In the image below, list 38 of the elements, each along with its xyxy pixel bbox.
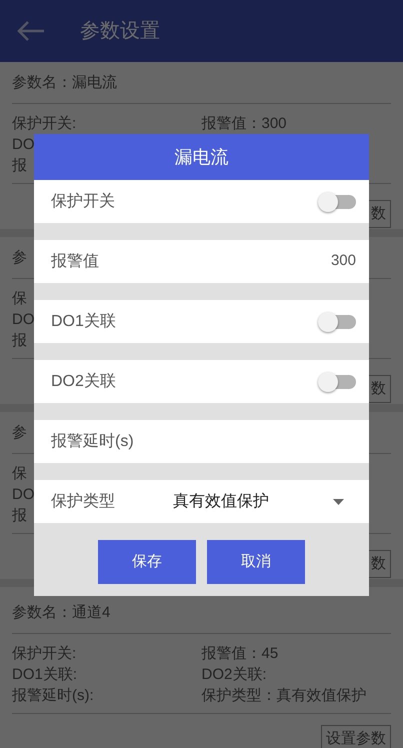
save-button[interactable]: 保存 xyxy=(98,540,196,584)
protection-type-value[interactable]: 真有效值保护 xyxy=(173,490,269,514)
alarm-value[interactable]: 300 xyxy=(330,250,356,273)
field-label: 报 xyxy=(12,507,27,524)
field-label: DO1关联: xyxy=(12,666,78,683)
parameter-name: 参 xyxy=(12,424,27,441)
dropdown-caret-icon[interactable] xyxy=(333,498,344,504)
field-label: DO xyxy=(12,136,34,153)
field-label: 报警值：45 xyxy=(202,645,278,662)
set-parameters-button[interactable]: 设置参数 xyxy=(321,725,391,748)
field-label: 报警值：300 xyxy=(202,115,287,132)
row-label: 报警值 xyxy=(51,252,99,272)
field-label: 保护开关: xyxy=(12,115,76,132)
field-label: DO xyxy=(12,486,34,503)
toggle-switch[interactable] xyxy=(318,312,356,332)
field-label: DO xyxy=(12,311,34,328)
field-label: 保 xyxy=(12,290,27,307)
cancel-button[interactable]: 取消 xyxy=(207,540,305,584)
toggle-switch[interactable] xyxy=(318,192,356,212)
field-label: 保护开关: xyxy=(12,645,76,662)
row-label: DO2关联 xyxy=(51,372,116,392)
field-label: 报 xyxy=(12,157,27,174)
field-label: 报 xyxy=(12,332,27,349)
back-arrow-icon[interactable] xyxy=(16,20,46,42)
row-label: 保护开关 xyxy=(51,192,115,212)
page-title: 参数设置 xyxy=(80,19,160,44)
row-label: 保护类型 xyxy=(51,492,115,512)
field-label: 报警延时(s): xyxy=(12,687,94,704)
parameter-name: 参数名：漏电流 xyxy=(12,74,117,91)
field-label: DO2关联: xyxy=(202,666,267,683)
toggle-switch[interactable] xyxy=(318,372,356,392)
parameter-name: 参数名：通道4 xyxy=(12,604,110,621)
row-label: 报警延时(s) xyxy=(51,432,134,452)
row-label: DO1关联 xyxy=(51,312,116,332)
field-label: 保护类型：真有效值保护 xyxy=(202,687,366,704)
field-label: 保 xyxy=(12,465,27,482)
dialog-title: 漏电流 xyxy=(174,146,228,168)
parameter-name: 参 xyxy=(12,249,27,266)
